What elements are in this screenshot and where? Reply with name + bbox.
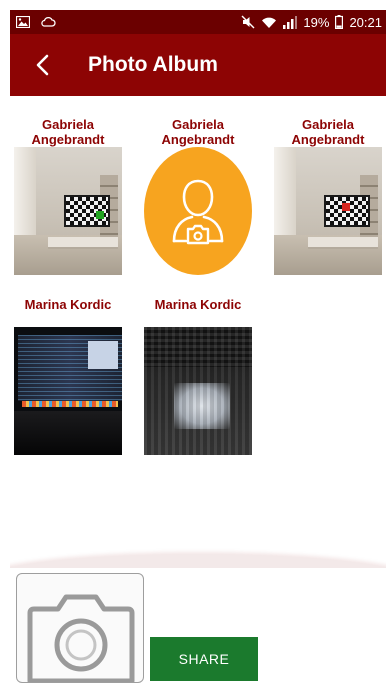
avatar-placeholder (144, 147, 252, 275)
wifi-icon (261, 16, 277, 29)
photo-item: Gabriela Angebrandt (14, 117, 122, 275)
status-left (16, 16, 56, 28)
page-title: Photo Album (88, 53, 218, 76)
photo-cabinet (48, 237, 118, 249)
user-camera-icon (172, 179, 224, 245)
signal-icon (283, 15, 298, 29)
photo-window (274, 147, 296, 247)
photo-owner-name: Marina Kordic (24, 297, 112, 312)
share-button[interactable]: SHARE (150, 637, 258, 681)
photo-laptop-dock (22, 401, 118, 407)
photo-marker (96, 211, 104, 219)
photo-owner-name: Gabriela Angebrandt (31, 117, 105, 147)
photo-owner-name: Gabriela Angebrandt (291, 117, 365, 147)
back-arrow-icon (36, 54, 49, 76)
battery-percent: 19% (303, 14, 330, 30)
photo-owner-name: Gabriela Angebrandt (161, 117, 235, 147)
photo-item: Marina Kordic (14, 297, 122, 455)
photo-window (14, 147, 36, 247)
photo-owner-name: Marina Kordic (154, 297, 242, 312)
back-button[interactable] (22, 45, 62, 85)
photo-curtain-folds (144, 327, 252, 455)
bottom-divider (10, 548, 386, 568)
gallery-icon (16, 16, 30, 28)
app-bar: Photo Album (10, 34, 386, 96)
photo-thumbnail[interactable] (14, 147, 122, 275)
status-right: 19% 20:21 (241, 15, 382, 30)
mute-icon (241, 15, 255, 29)
cloud-icon (40, 16, 56, 28)
photo-album-screen: 19% 20:21 Photo Album Gabriela Angebrand… (0, 0, 386, 683)
photo-laptop-window (88, 341, 118, 369)
photo-cabinet (308, 237, 378, 249)
clock: 20:21 (349, 14, 382, 30)
photo-thumbnail[interactable] (274, 147, 382, 275)
photo-thumbnail[interactable] (144, 147, 252, 275)
camera-icon (27, 594, 135, 682)
photo-thumbnail[interactable] (14, 327, 122, 455)
photo-thumbnail[interactable] (144, 327, 252, 455)
status-bar: 19% 20:21 (10, 10, 386, 34)
photo-laptop-keyboard (14, 411, 122, 455)
camera-capture-button[interactable] (16, 573, 144, 683)
photo-item: Gabriela Angebrandt (274, 117, 382, 275)
photo-marker (342, 203, 350, 211)
photo-item: Marina Kordic (144, 297, 252, 455)
photo-item: Gabriela Angebrandt (144, 117, 252, 275)
battery-icon (335, 15, 344, 29)
photo-tv (324, 195, 370, 227)
